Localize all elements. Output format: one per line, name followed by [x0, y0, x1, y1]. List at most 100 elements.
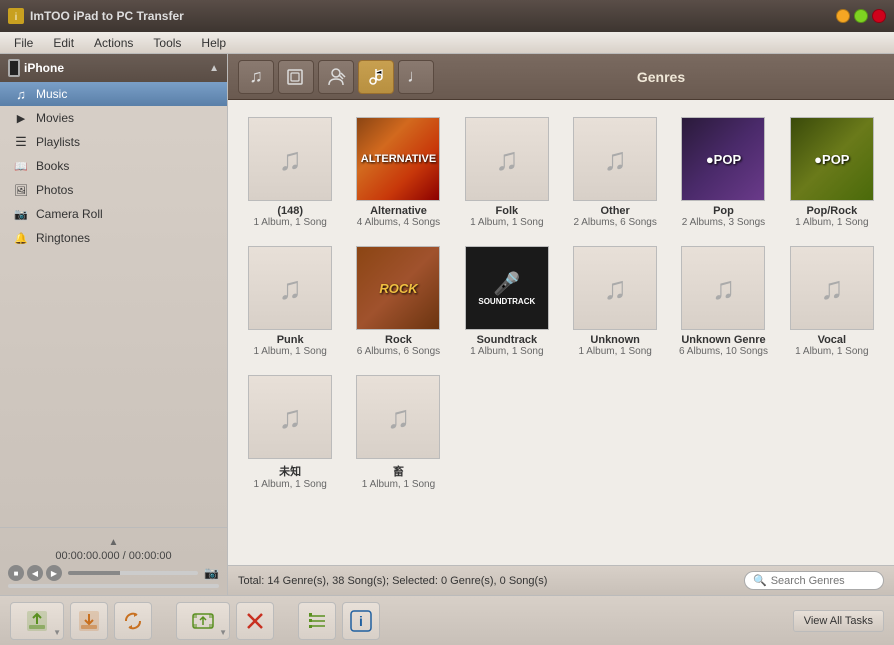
music-note-icon: ♫ [278, 270, 302, 307]
genre-name-soundtrack: Soundtrack [477, 334, 538, 346]
search-input[interactable] [771, 575, 871, 587]
menu-tools[interactable]: Tools [143, 34, 191, 52]
view-all-tasks-button[interactable]: View All Tasks [793, 610, 884, 632]
play-button[interactable]: ▶ [46, 565, 62, 581]
export-dropdown-arrow: ▼ [53, 628, 61, 637]
genre-item-folk[interactable]: ♫ Folk 1 Album, 1 Song [455, 110, 559, 235]
menu-help[interactable]: Help [191, 34, 236, 52]
maximize-button[interactable] [854, 9, 868, 23]
delete-button[interactable] [236, 602, 274, 640]
genre-name-poprock: Pop/Rock [806, 205, 857, 217]
tab-albums[interactable] [278, 60, 314, 94]
genre-info-folk: 1 Album, 1 Song [470, 217, 543, 228]
genre-name-punk: Punk [277, 334, 304, 346]
music-note-icon: ♫ [278, 141, 302, 178]
import-button[interactable] [70, 602, 108, 640]
genre-info-vocal: 1 Album, 1 Song [795, 346, 868, 357]
genre-info-soundtrack: 1 Album, 1 Song [470, 346, 543, 357]
genre-name-unknown: Unknown [590, 334, 640, 346]
books-icon: 📖 [12, 159, 30, 173]
music-note-icon: ♫ [711, 270, 735, 307]
title-bar: i ImTOO iPad to PC Transfer [0, 0, 894, 32]
sync-button[interactable] [114, 602, 152, 640]
genre-thumb-rock: ROCK [356, 246, 440, 330]
music-note-icon: ♫ [278, 399, 302, 436]
list-button[interactable] [298, 602, 336, 640]
genre-name-pop: Pop [713, 205, 734, 217]
genre-info-pop: 2 Albums, 3 Songs [682, 217, 765, 228]
genre-name-rock: Rock [385, 334, 412, 346]
genre-item-soundtrack[interactable]: 🎤 SOUNDTRACK Soundtrack 1 Album, 1 Song [455, 239, 559, 364]
genre-item-alternative[interactable]: ALTERNATIVE Alternative 4 Albums, 4 Song… [346, 110, 450, 235]
genre-info-148: 1 Album, 1 Song [253, 217, 326, 228]
sidebar-item-music[interactable]: ♫ Music [0, 82, 227, 106]
tab-composers[interactable]: ♩ [398, 60, 434, 94]
genre-item-cjk2[interactable]: ♫ 畜 1 Album, 1 Song [346, 368, 450, 497]
music-icon: ♫ [12, 87, 30, 101]
genre-item-148[interactable]: ♫ (148) 1 Album, 1 Song [238, 110, 342, 235]
tab-songs[interactable]: ♫ [238, 60, 274, 94]
genre-item-punk[interactable]: ♫ Punk 1 Album, 1 Song [238, 239, 342, 364]
genre-thumb-other: ♫ [573, 117, 657, 201]
genre-item-unknown-genre[interactable]: ♫ Unknown Genre 6 Albums, 10 Songs [671, 239, 775, 364]
snapshot-button[interactable]: 📷 [204, 566, 219, 580]
genre-grid-container[interactable]: ♫ (148) 1 Album, 1 Song ALTERNATIVE Alte… [228, 100, 894, 565]
movies-icon: ▶ [12, 111, 30, 125]
menu-actions[interactable]: Actions [84, 34, 143, 52]
iphone-icon [8, 59, 20, 77]
genre-thumb-unknown-genre: ♫ [681, 246, 765, 330]
music-note-icon: ♫ [603, 270, 627, 307]
genre-item-unknown[interactable]: ♫ Unknown 1 Album, 1 Song [563, 239, 667, 364]
stop-button[interactable]: ■ [8, 565, 24, 581]
sidebar-item-playlists[interactable]: ☰ Playlists [0, 130, 227, 154]
genre-name-other: Other [600, 205, 629, 217]
volume-slider[interactable] [68, 571, 198, 575]
genre-item-poprock[interactable]: ●POP Pop/Rock 1 Album, 1 Song [780, 110, 884, 235]
sidebar-collapse-arrow[interactable]: ▲ [109, 537, 119, 548]
genre-thumb-cjk1: ♫ [248, 375, 332, 459]
genre-info-poprock: 1 Album, 1 Song [795, 217, 868, 228]
app-icon: i [8, 8, 24, 24]
prev-button[interactable]: ◀ [27, 565, 43, 581]
film-export-button[interactable]: ▼ [176, 602, 230, 640]
genre-item-vocal[interactable]: ♫ Vocal 1 Album, 1 Song [780, 239, 884, 364]
sidebar-item-photos[interactable]: 🖼 Photos [0, 178, 227, 202]
tab-artists[interactable] [318, 60, 354, 94]
search-box[interactable]: 🔍 [744, 571, 884, 590]
sidebar-item-camera-roll[interactable]: 📷 Camera Roll [0, 202, 227, 226]
menu-file[interactable]: File [4, 34, 43, 52]
playback-time: 00:00:00.000 / 00:00:00 [8, 550, 219, 562]
music-note-icon: ♫ [603, 141, 627, 178]
genre-item-rock[interactable]: ROCK Rock 6 Albums, 6 Songs [346, 239, 450, 364]
genre-thumb-folk: ♫ [465, 117, 549, 201]
genre-name-unknown-genre: Unknown Genre [681, 334, 765, 346]
close-button[interactable] [872, 9, 886, 23]
bottom-toolbar: ▼ ▼ [0, 595, 894, 645]
genre-item-other[interactable]: ♫ Other 2 Albums, 6 Songs [563, 110, 667, 235]
main-container: iPhone ▲ ♫ Music ▶ Movies ☰ Playlists 📖 … [0, 54, 894, 595]
export-button[interactable]: ▼ [10, 602, 64, 640]
genre-thumb-148: ♫ [248, 117, 332, 201]
sidebar-scroll-up[interactable]: ▲ [209, 63, 219, 74]
genre-thumb-soundtrack: 🎤 SOUNDTRACK [465, 246, 549, 330]
minimize-button[interactable] [836, 9, 850, 23]
sidebar-item-movies[interactable]: ▶ Movies [0, 106, 227, 130]
genre-info-cjk1: 1 Album, 1 Song [253, 479, 326, 490]
menu-edit[interactable]: Edit [43, 34, 84, 52]
genre-name-cjk1: 未知 [279, 463, 301, 479]
genre-info-unknown: 1 Album, 1 Song [578, 346, 651, 357]
info-button[interactable]: i [342, 602, 380, 640]
content-title: Genres [438, 69, 884, 85]
svg-text:i: i [359, 613, 363, 629]
sidebar: iPhone ▲ ♫ Music ▶ Movies ☰ Playlists 📖 … [0, 54, 228, 595]
content-toolbar: ♫ [228, 54, 894, 100]
tab-genres[interactable] [358, 60, 394, 94]
genre-thumb-poprock: ●POP [790, 117, 874, 201]
genre-item-pop[interactable]: ●POP Pop 2 Albums, 3 Songs [671, 110, 775, 235]
sidebar-item-ringtones[interactable]: 🔔 Ringtones [0, 226, 227, 250]
music-note-icon: ♫ [386, 399, 410, 436]
genre-grid: ♫ (148) 1 Album, 1 Song ALTERNATIVE Alte… [238, 110, 884, 497]
sidebar-item-books[interactable]: 📖 Books [0, 154, 227, 178]
genre-item-cjk1[interactable]: ♫ 未知 1 Album, 1 Song [238, 368, 342, 497]
window-controls [836, 9, 886, 23]
